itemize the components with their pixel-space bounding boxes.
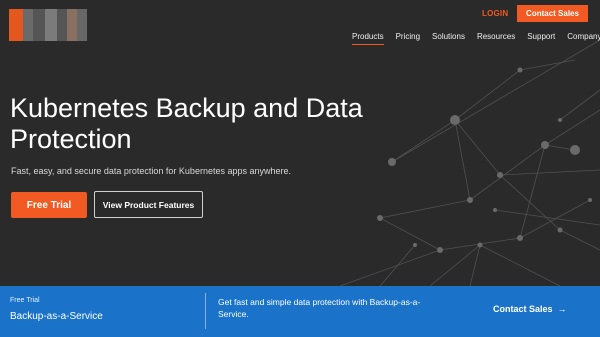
nav-item-resources[interactable]: Resources	[477, 32, 515, 45]
banner-contact-sales-link[interactable]: Contact Sales →	[493, 304, 567, 314]
logo-segment	[33, 9, 45, 41]
page-title: Kubernetes Backup and Data Protection	[10, 93, 363, 154]
logo-segment	[23, 9, 33, 41]
banner-divider	[205, 293, 206, 329]
banner-eyebrow: Free Trial	[10, 297, 40, 304]
login-link[interactable]: LOGIN	[482, 9, 508, 18]
banner-product-name: Backup-as-a-Service	[10, 311, 103, 322]
nav-item-company[interactable]: Company	[567, 32, 600, 45]
nav-item-solutions[interactable]: Solutions	[432, 32, 465, 45]
banner-description: Get fast and simple data protection with…	[218, 297, 421, 319]
hero-subtitle: Fast, easy, and secure data protection f…	[11, 166, 291, 176]
company-logo[interactable]	[9, 9, 87, 41]
logo-segment	[67, 9, 77, 41]
logo-segment	[9, 9, 23, 41]
arrow-right-icon: →	[557, 304, 567, 314]
free-trial-button[interactable]: Free Trial	[11, 192, 87, 218]
view-product-features-button[interactable]: View Product Features	[94, 191, 203, 218]
nav-item-products[interactable]: Products	[352, 32, 384, 45]
banner-cta-label: Contact Sales	[493, 304, 553, 314]
trial-banner: Free Trial Backup-as-a-Service Get fast …	[0, 286, 600, 337]
nav-item-support[interactable]: Support	[527, 32, 555, 45]
logo-segment	[77, 9, 87, 41]
nav-item-pricing[interactable]: Pricing	[396, 32, 420, 45]
logo-segment	[57, 9, 67, 41]
logo-segment	[45, 9, 57, 41]
main-nav: Products Pricing Solutions Resources Sup…	[352, 32, 600, 45]
hero-section: LOGIN Contact Sales Products Pricing Sol…	[0, 0, 600, 286]
contact-sales-button[interactable]: Contact Sales	[517, 5, 588, 22]
